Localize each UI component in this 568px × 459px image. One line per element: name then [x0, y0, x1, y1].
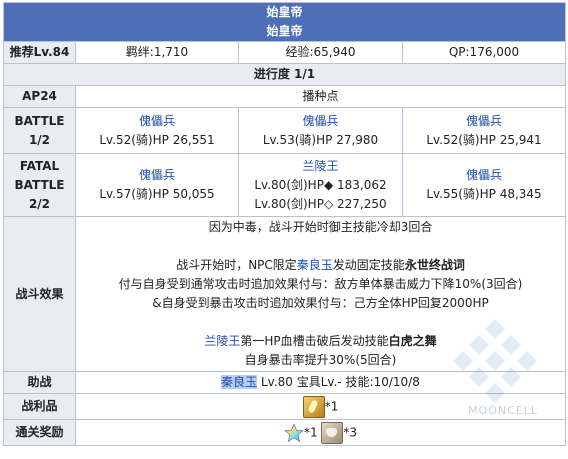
effect-line: 兰陵王第一HP血槽击破后发动技能白虎之舞	[77, 332, 565, 351]
battle-2-label: FATAL BATTLE 2/2	[3, 153, 76, 217]
recommend-level: 推荐Lv.84	[3, 41, 76, 64]
qp-value: QP:176,000	[401, 41, 567, 64]
battle-1-label: BATTLE 1/2	[3, 107, 76, 154]
enemy-stats: Lv.57(骑)HP 50,055	[99, 187, 215, 201]
effect-line: 付与自身受到通常攻击时追加效果付与：敌方单体暴击威力下降10%(3回合)	[118, 277, 523, 291]
quest-title: 始皇帝 始皇帝	[2, 2, 567, 42]
battle-2-row: FATAL BATTLE 2/2 傀儡兵 Lv.57(骑)HP 50,055 兰…	[3, 153, 567, 217]
enemy-cell: 兰陵王 Lv.80(剑)HP◆ 183,062 Lv.80(剑)HP◇ 227,…	[238, 153, 403, 217]
enemy-cell: 傀儡兵 Lv.53(骑)HP 27,980	[238, 107, 403, 154]
rewards-content: *1 *3	[74, 419, 567, 446]
enemy-stats: Lv.53(骑)HP 27,980	[262, 132, 379, 147]
enemy-name-link[interactable]: 傀儡兵	[77, 166, 238, 185]
effects-row: 战斗效果 因为中毒，战斗开始时御主技能冷却3回合 战斗开始时，NPC限定秦良玉发…	[3, 216, 567, 372]
progress-label: 进行度 1/1	[2, 63, 567, 86]
effect-spacer	[77, 313, 565, 332]
bond-value: 羁绊:1,710	[75, 41, 239, 64]
enemy-name-link[interactable]: 傀儡兵	[77, 112, 238, 131]
battle-2-label-line1: FATAL	[19, 158, 60, 173]
enemy-cell: 傀儡兵 Lv.57(骑)HP 50,055	[75, 153, 239, 217]
quest-table: 始皇帝 始皇帝 推荐Lv.84 羁绊:1,710 经验:65,940 QP:17…	[2, 2, 567, 446]
effect-spacer	[77, 237, 565, 256]
support-servant-link[interactable]: 秦良玉	[221, 375, 258, 389]
rewards-label: 通关奖励	[3, 419, 76, 446]
support-detail: Lv.80 宝具Lv.- 技能:10/10/8	[257, 375, 420, 389]
rainbow-star-icon[interactable]	[284, 422, 304, 443]
enemy-cell: 傀儡兵 Lv.52(骑)HP 26,551	[75, 107, 239, 154]
exp-value: 经验:65,940	[238, 41, 403, 64]
quest-title-line2: 始皇帝	[266, 24, 303, 38]
enemy-name-link[interactable]: 傀儡兵	[404, 166, 565, 185]
battle-2-label-line2: BATTLE	[14, 177, 65, 192]
enemy-stats: Lv.80(剑)HP◆ 183,062	[254, 177, 387, 192]
skill-name: 白虎之舞	[388, 334, 437, 348]
effect-text: 第一HP血槽击破后发动技能	[240, 334, 389, 348]
mooncell-watermark: MOONCELL	[468, 404, 538, 417]
drops-label: 战利品	[3, 393, 76, 420]
effect-line: 自身暴击率提升30%(5回合)	[244, 353, 397, 367]
enemy-name-link[interactable]: 兰陵王	[240, 157, 402, 176]
ap-row: AP24 播种点	[3, 85, 567, 108]
quest-title-line1: 始皇帝	[266, 5, 303, 19]
enemy-cell: 傀儡兵 Lv.55(骑)HP 48,345	[401, 153, 567, 217]
battle-1-row: BATTLE 1/2 傀儡兵 Lv.52(骑)HP 26,551 傀儡兵 Lv.…	[3, 107, 567, 154]
battle-1-label-line2: 1/2	[28, 132, 51, 147]
support-content: 秦良玉 Lv.80 宝具Lv.- 技能:10/10/8	[74, 371, 567, 394]
progress-row: 进行度 1/1	[2, 63, 567, 86]
grail-icon[interactable]	[321, 421, 344, 444]
enemy-stats-gauge-2: Lv.80(剑)HP◇ 227,250	[254, 196, 387, 211]
effect-text: 战斗开始时，NPC限定	[176, 258, 297, 272]
skill-name: 永世终战词	[404, 258, 465, 272]
enemy-stats: Lv.55(骑)HP 48,345	[426, 187, 542, 201]
title-row: 始皇帝 始皇帝	[2, 2, 567, 42]
effects-content: 因为中毒，战斗开始时御主技能冷却3回合 战斗开始时，NPC限定秦良玉发动固定技能…	[74, 216, 567, 372]
info-row: 推荐Lv.84 羁绊:1,710 经验:65,940 QP:176,000	[3, 41, 567, 64]
enemy-stats: Lv.52(骑)HP 26,551	[99, 132, 215, 147]
servant-link[interactable]: 兰陵王	[204, 334, 240, 348]
effects-label: 战斗效果	[3, 216, 76, 372]
battle-1-label-line1: BATTLE	[14, 113, 65, 128]
drop-count: *1	[324, 399, 339, 413]
enemy-cell: 傀儡兵 Lv.52(骑)HP 25,941	[401, 107, 567, 154]
effect-line: &自身受到暴击攻击时追加效果付与：己方全体HP回复2000HP	[152, 296, 489, 310]
effect-line: 战斗开始时，NPC限定秦良玉发动固定技能永世终战词	[77, 256, 565, 275]
support-row: 助战 秦良玉 Lv.80 宝具Lv.- 技能:10/10/8	[3, 371, 567, 394]
enemy-name-link[interactable]: 傀儡兵	[404, 112, 565, 131]
ap-location: 播种点	[74, 85, 567, 108]
battle-2-label-line3: 2/2	[28, 196, 51, 211]
enemy-stats: Lv.52(骑)HP 25,941	[426, 132, 542, 147]
reward-count: *3	[343, 425, 358, 439]
servant-link[interactable]: 秦良玉	[297, 258, 333, 272]
ap-cost: AP24	[3, 85, 76, 108]
quest-page: 始皇帝 始皇帝 推荐Lv.84 羁绊:1,710 经验:65,940 QP:17…	[0, 0, 568, 459]
effect-text: 发动固定技能	[332, 258, 405, 272]
enemy-name-link[interactable]: 傀儡兵	[240, 112, 402, 131]
reward-count: *1	[303, 425, 318, 439]
support-label: 助战	[3, 371, 76, 394]
bone-icon[interactable]	[302, 395, 325, 418]
effect-line: 因为中毒，战斗开始时御主技能冷却3回合	[208, 220, 433, 234]
rewards-row: 通关奖励 *1 *3	[3, 419, 567, 446]
